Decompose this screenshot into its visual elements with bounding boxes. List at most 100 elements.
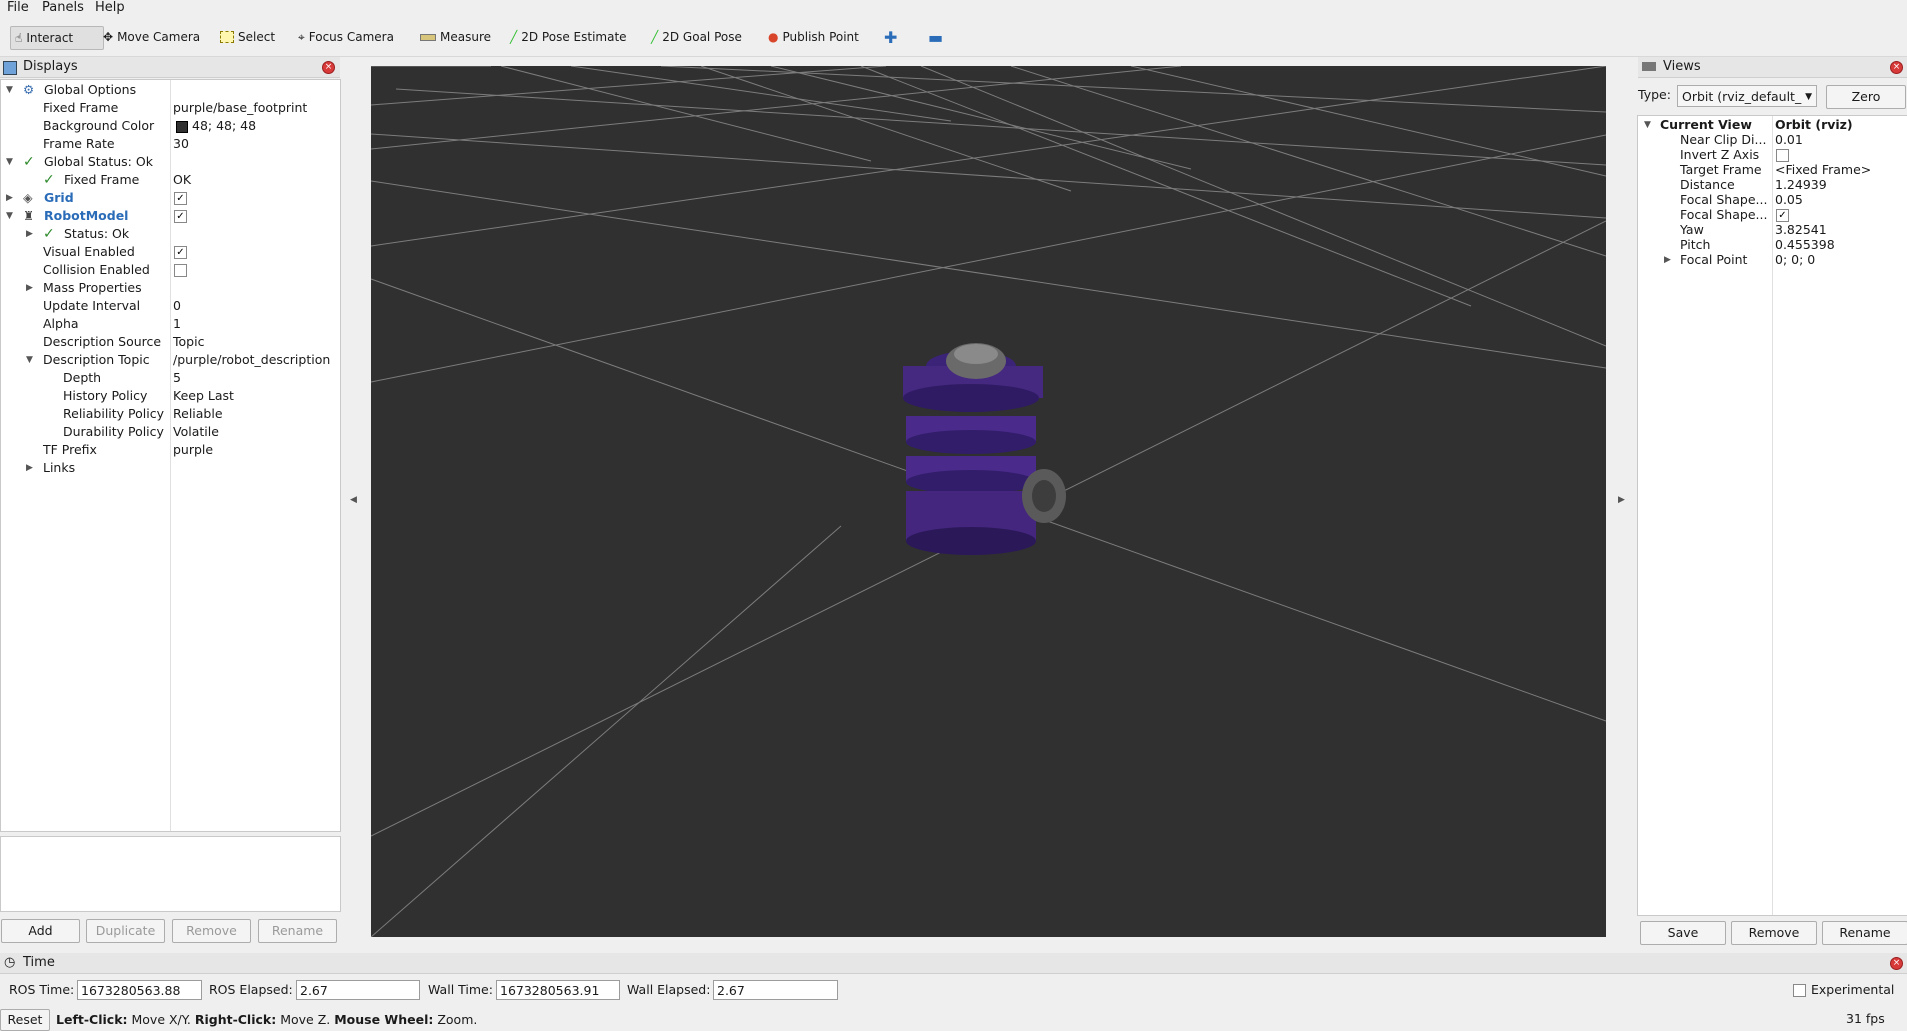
row-label: Global Options xyxy=(44,82,137,97)
row-value[interactable]: 0; 0; 0 xyxy=(1775,251,1815,269)
view-type-label: Type: xyxy=(1638,87,1671,102)
views-panel-header: Views × xyxy=(1638,57,1907,78)
collapse-arrow-icon[interactable]: ▶ xyxy=(26,225,33,243)
color-swatch[interactable] xyxy=(176,121,188,133)
collision-enabled-checkbox[interactable] xyxy=(174,264,187,277)
row-value[interactable]: 30 xyxy=(173,135,189,153)
collapse-left-panel-icon[interactable]: ◀ xyxy=(350,495,357,505)
row-value[interactable]: purple xyxy=(173,441,213,459)
expand-arrow-icon[interactable]: ▼ xyxy=(6,153,13,171)
grid-enabled-checkbox[interactable]: ✓ xyxy=(174,192,187,205)
ruler-icon xyxy=(420,33,436,41)
select-icon xyxy=(220,31,234,43)
reset-button[interactable]: Reset xyxy=(0,1009,50,1031)
move-camera-tool[interactable]: ✥ Move Camera xyxy=(99,26,204,48)
row-label: Depth xyxy=(63,370,102,385)
row-label: Collision Enabled xyxy=(43,262,150,277)
displays-title: Displays xyxy=(23,59,78,74)
gear-icon: ⚙ xyxy=(23,82,35,97)
close-icon[interactable]: × xyxy=(322,61,335,74)
focus-camera-tool[interactable]: ⌖ Focus Camera xyxy=(294,26,398,48)
expand-arrow-icon[interactable]: ▼ xyxy=(26,351,33,369)
row-value[interactable]: 1 xyxy=(173,315,181,333)
expand-arrow-icon[interactable]: ▼ xyxy=(6,207,13,225)
minus-icon: ▬ xyxy=(928,27,944,47)
menu-panels[interactable]: Panels xyxy=(42,0,84,16)
move-camera-icon: ✥ xyxy=(103,30,114,44)
row-label: Durability Policy xyxy=(63,424,164,439)
collapse-arrow-icon[interactable]: ▶ xyxy=(1664,251,1671,269)
row-value[interactable]: purple/base_footprint xyxy=(173,99,307,117)
row-label: TF Prefix xyxy=(43,442,97,457)
left-click-label: Left-Click: xyxy=(56,1012,128,1027)
collapse-arrow-icon[interactable]: ▶ xyxy=(26,279,33,297)
close-icon[interactable]: × xyxy=(1890,957,1903,970)
row-label: Description Topic xyxy=(43,352,150,367)
pose-estimate-label: 2D Pose Estimate xyxy=(521,30,627,44)
pose-estimate-tool[interactable]: ╱ 2D Pose Estimate xyxy=(506,26,631,48)
ros-time-label: ROS Time: xyxy=(9,982,75,997)
robotmodel-enabled-checkbox[interactable]: ✓ xyxy=(174,210,187,223)
experimental-checkbox[interactable] xyxy=(1793,984,1806,997)
remove-tool-button[interactable]: ▬ xyxy=(924,26,947,48)
expand-arrow-icon[interactable]: ▼ xyxy=(1644,116,1651,134)
camera-icon xyxy=(1642,62,1656,71)
wall-elapsed-field[interactable]: 2.67 xyxy=(713,980,838,1000)
duplicate-button[interactable]: Duplicate xyxy=(86,919,165,943)
grid-lines xyxy=(371,66,1606,937)
row-label: Focal Point xyxy=(1680,252,1748,267)
add-tool-button[interactable]: ✚ xyxy=(880,26,901,48)
column-divider xyxy=(1772,116,1773,915)
row-value[interactable]: 5 xyxy=(173,369,181,387)
rename-view-button[interactable]: Rename xyxy=(1822,921,1907,945)
right-click-label: Right-Click: xyxy=(194,1012,277,1027)
menu-file[interactable]: File xyxy=(7,0,29,16)
row-value[interactable]: 0.05 xyxy=(1775,191,1803,209)
remove-display-button[interactable]: Remove xyxy=(172,919,251,943)
row-value[interactable]: Volatile xyxy=(173,423,219,441)
expand-arrow-icon[interactable]: ▼ xyxy=(6,81,13,99)
select-tool[interactable]: Select xyxy=(216,26,279,48)
ros-elapsed-field[interactable]: 2.67 xyxy=(296,980,420,1000)
close-icon[interactable]: × xyxy=(1890,61,1903,74)
row-value[interactable]: 48; 48; 48 xyxy=(192,117,256,135)
add-button[interactable]: Add xyxy=(1,919,80,943)
row-label: Background Color xyxy=(43,118,155,133)
select-label: Select xyxy=(238,30,276,44)
3d-viewport[interactable] xyxy=(371,66,1606,937)
row-label: Fixed Frame xyxy=(64,172,140,187)
wall-time-label: Wall Time: xyxy=(428,982,493,997)
views-tree: ▼ Current View Orbit (rviz) Near Clip Di… xyxy=(1637,115,1907,916)
menu-help[interactable]: Help xyxy=(95,0,125,16)
wall-time-field[interactable]: 1673280563.91 xyxy=(496,980,620,1000)
view-type-value: Orbit (rviz_default_ xyxy=(1682,89,1802,104)
remove-view-button[interactable]: Remove xyxy=(1731,921,1817,945)
map-pin-icon: ● xyxy=(768,30,779,44)
row-value[interactable]: Keep Last xyxy=(173,387,234,405)
visual-enabled-checkbox[interactable]: ✓ xyxy=(174,246,187,259)
collapse-arrow-icon[interactable]: ▶ xyxy=(6,189,13,207)
interact-tool[interactable]: ☝ Interact xyxy=(10,26,104,50)
measure-tool[interactable]: Measure xyxy=(416,26,495,48)
green-arrow-icon: ╱ xyxy=(651,30,659,44)
toolbar: ☝ Interact ✥ Move Camera Select ⌖ Focus Cam… xyxy=(0,19,1907,57)
ros-elapsed-label: ROS Elapsed: xyxy=(209,982,293,997)
row-value[interactable]: 0.01 xyxy=(1775,131,1803,149)
save-view-button[interactable]: Save xyxy=(1640,921,1726,945)
publish-point-tool[interactable]: ● Publish Point xyxy=(764,26,863,48)
goal-pose-tool[interactable]: ╱ 2D Goal Pose xyxy=(647,26,746,48)
robot-model[interactable] xyxy=(903,343,1066,555)
row-label: Global Status: Ok xyxy=(44,154,153,169)
collapse-arrow-icon[interactable]: ▶ xyxy=(26,459,33,477)
column-divider xyxy=(170,80,171,831)
row-value[interactable]: Reliable xyxy=(173,405,223,423)
row-value[interactable]: /purple/robot_description xyxy=(173,351,330,369)
ros-time-field[interactable]: 1673280563.88 xyxy=(77,980,202,1000)
view-type-select[interactable]: Orbit (rviz_default_ ▼ xyxy=(1677,85,1817,107)
plus-icon: ✚ xyxy=(884,27,898,47)
row-value[interactable]: 0 xyxy=(173,297,181,315)
collapse-right-panel-icon[interactable]: ▶ xyxy=(1618,495,1625,505)
rename-display-button[interactable]: Rename xyxy=(258,919,337,943)
row-value[interactable]: Topic xyxy=(173,333,204,351)
zero-button[interactable]: Zero xyxy=(1826,85,1906,109)
